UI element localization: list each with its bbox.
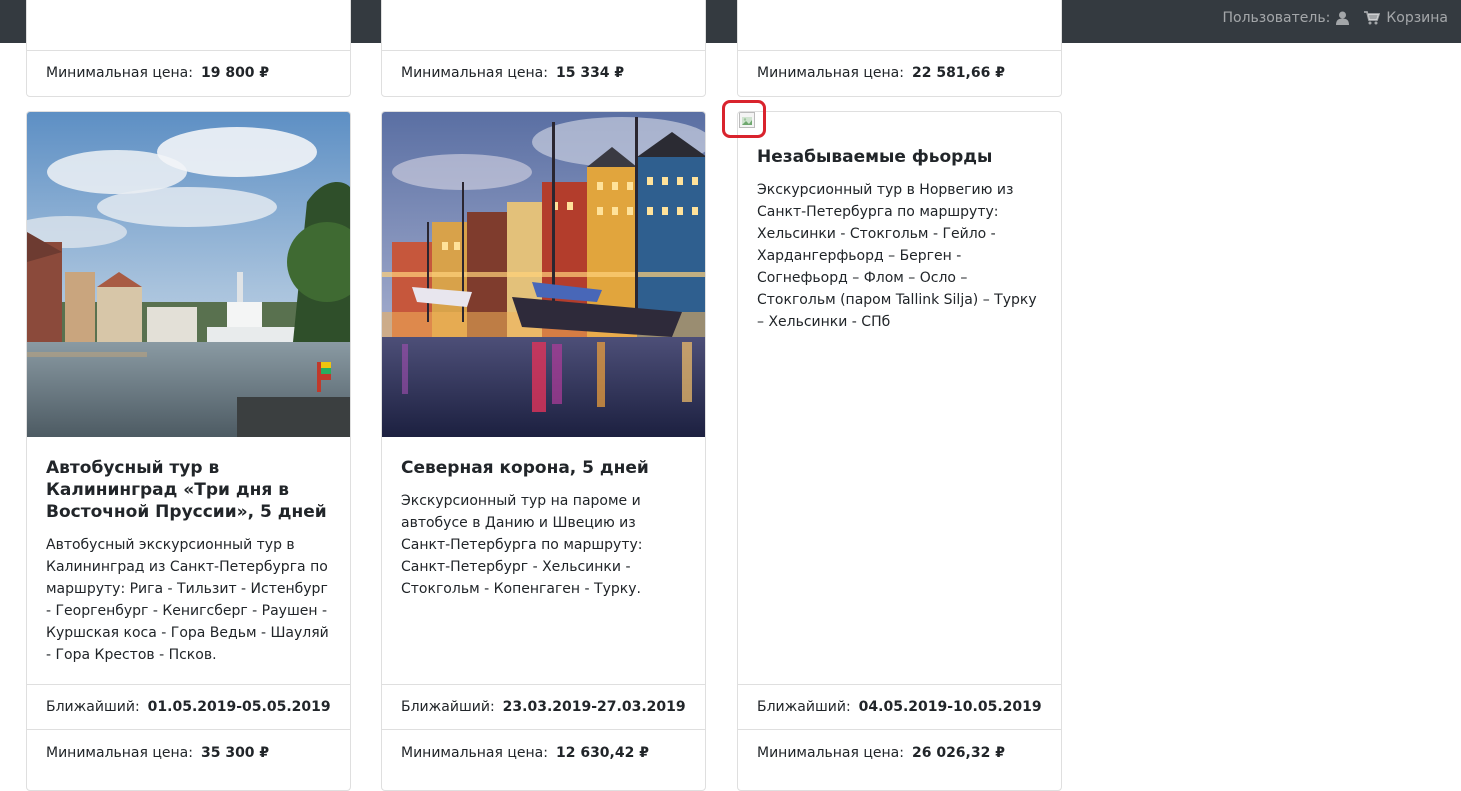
price-row: Минимальная цена: 15 334 ₽ — [382, 50, 705, 95]
date-value: 23.03.2019-27.03.2019 — [502, 699, 686, 715]
user-label: Пользователь: — [1222, 10, 1331, 26]
tour-card-kaliningrad[interactable]: Автобусный тур в Калининград «Три дня в … — [26, 111, 351, 791]
card-body: Автобусный тур в Калининград «Три дня в … — [27, 437, 350, 666]
tour-card-prev-3[interactable]: Минимальная цена: 22 581,66 ₽ — [737, 0, 1062, 97]
cart-link[interactable]: Корзина — [1364, 10, 1448, 26]
tour-title[interactable]: Северная корона, 5 дней — [401, 457, 686, 479]
tour-title[interactable]: Автобусный тур в Калининград «Три дня в … — [46, 457, 331, 523]
price-label: Минимальная цена: — [401, 65, 548, 81]
date-value: 01.05.2019-05.05.2019 — [147, 699, 331, 715]
tour-title[interactable]: Незабываемые фьорды — [757, 146, 1042, 168]
nearest-date-row: Ближайший: 01.05.2019-05.05.2019 — [27, 684, 350, 729]
tour-card-prev-2[interactable]: Минимальная цена: 15 334 ₽ — [381, 0, 706, 97]
tour-photo-harbor[interactable] — [27, 112, 351, 437]
card-body: Северная корона, 5 дней Экскурсионный ту… — [382, 437, 705, 600]
date-label: Ближайший: — [401, 699, 495, 715]
price-row: Минимальная цена: 26 026,32 ₽ — [738, 729, 1061, 774]
tour-photo-nyhavn[interactable] — [382, 112, 706, 437]
card-body: Незабываемые фьорды Экскурсионный тур в … — [738, 112, 1061, 333]
tour-card-fjords[interactable]: Незабываемые фьорды Экскурсионный тур в … — [737, 111, 1062, 791]
cart-label: Корзина — [1386, 10, 1448, 26]
tour-description: Экскурсионный тур в Норвегию из Санкт-Пе… — [757, 182, 1037, 330]
price-row: Минимальная цена: 19 800 ₽ — [27, 50, 350, 95]
price-value: 22 581,66 ₽ — [911, 65, 1005, 81]
price-value: 19 800 ₽ — [200, 65, 270, 81]
date-label: Ближайший: — [46, 699, 140, 715]
user-icon — [1336, 11, 1350, 25]
price-label: Минимальная цена: — [757, 65, 904, 81]
navbar-right-menu: Пользователь: Корзина — [1223, 0, 1449, 36]
date-label: Ближайший: — [757, 699, 851, 715]
price-row: Минимальная цена: 12 630,42 ₽ — [382, 729, 705, 774]
tour-description: Автобусный экскурсионный тур в Калинингр… — [46, 537, 329, 663]
price-row: Минимальная цена: 22 581,66 ₽ — [738, 50, 1061, 95]
date-value: 04.05.2019-10.05.2019 — [858, 699, 1042, 715]
tour-description: Экскурсионный тур на пароме и автобусе в… — [401, 493, 643, 597]
price-label: Минимальная цена: — [46, 65, 193, 81]
user-menu-link[interactable]: Пользователь: — [1223, 10, 1350, 26]
price-row: Минимальная цена: 35 300 ₽ — [27, 729, 350, 774]
tour-card-prev-1[interactable]: Минимальная цена: 19 800 ₽ — [26, 0, 351, 97]
tour-card-northern-crown[interactable]: Северная корона, 5 дней Экскурсионный ту… — [381, 111, 706, 791]
cart-icon — [1364, 11, 1381, 25]
nearest-date-row: Ближайший: 23.03.2019-27.03.2019 — [382, 684, 705, 729]
price-value: 15 334 ₽ — [555, 65, 625, 81]
broken-image-highlight — [722, 100, 766, 138]
nearest-date-row: Ближайший: 04.05.2019-10.05.2019 — [738, 684, 1061, 729]
